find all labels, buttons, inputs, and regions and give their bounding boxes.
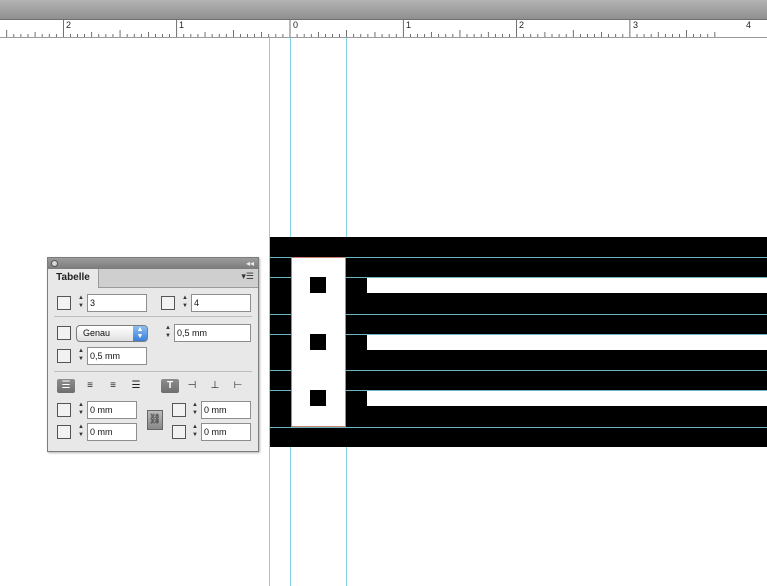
link-insets-button[interactable]: ⛓ [147,410,163,430]
align-center-button[interactable]: ≡ [81,379,99,393]
rotate-90-button[interactable]: ⊣ [183,379,201,393]
inset-left-stepper[interactable]: ▲ ▼ [190,401,200,419]
inset-top-icon [57,403,71,417]
inset-left-icon [172,403,186,417]
inset-top-input[interactable]: 0 mm [87,401,137,419]
inset-left-input[interactable]: 0 mm [201,401,251,419]
ruler-label: 1 [179,20,185,30]
window-top-bar [0,0,767,20]
inset-right-icon [172,425,186,439]
row-height-stepper[interactable]: ▲ ▼ [163,324,173,342]
ruler-label: 2 [519,20,525,30]
inset-right-stepper[interactable]: ▲ ▼ [190,423,200,441]
rows-input[interactable]: 3 [87,294,147,312]
table-row-band [367,391,767,406]
columns-stepper[interactable]: ▲ ▼ [180,294,190,312]
horizontal-ruler[interactable]: 2 1 0 1 2 3 4 [0,20,767,38]
close-icon[interactable] [51,260,58,267]
inset-bottom-input[interactable]: 0 mm [87,423,137,441]
ruler-label: 0 [293,20,299,30]
column-width-stepper[interactable]: ▲ ▼ [76,347,86,365]
align-top-button[interactable]: ☰ [57,379,75,393]
panel-tab-row: Tabelle ▾☰ [48,269,258,288]
align-justify-button[interactable]: ☰ [127,379,145,393]
panel-titlebar[interactable]: ◂◂ [48,258,258,269]
row-guide [270,427,767,428]
text-rotation-button[interactable]: T [161,379,179,393]
table-row-band [367,335,767,350]
cell-content-square [310,277,326,293]
row-height-icon [57,326,71,340]
table-panel[interactable]: ◂◂ Tabelle ▾☰ ▲ ▼ 3 ▲ ▼ 4 Genau ▲ ▼ ▲ ▼ 0,5 … [47,257,259,452]
collapse-icon[interactable]: ◂◂ [246,258,254,269]
inset-top-stepper[interactable]: ▲ ▼ [76,401,86,419]
cell-content-square [310,390,326,406]
inset-bottom-icon [57,425,71,439]
row-height-input[interactable]: 0,5 mm [174,324,251,342]
document-table[interactable] [270,237,767,447]
ruler-label: 4 [746,20,752,30]
columns-input[interactable]: 4 [191,294,251,312]
ruler-label: 1 [406,20,412,30]
cell-content-square [310,334,326,350]
align-bottom-button[interactable]: ≡ [104,379,122,393]
rows-icon [57,296,71,310]
columns-icon [161,296,175,310]
tab-tabelle[interactable]: Tabelle [48,269,99,288]
column-width-icon [57,349,71,363]
table-row-band [367,278,767,293]
inset-bottom-stepper[interactable]: ▲ ▼ [76,423,86,441]
ruler-label: 3 [633,20,639,30]
panel-menu-icon[interactable]: ▾☰ [241,271,254,282]
rows-stepper[interactable]: ▲ ▼ [76,294,86,312]
inset-right-input[interactable]: 0 mm [201,423,251,441]
panel-divider [54,316,252,317]
chevron-updown-icon: ▲ ▼ [133,326,147,341]
row-height-mode-select[interactable]: Genau ▲ ▼ [76,325,148,342]
ruler-ticks [6,20,716,37]
ruler-label: 2 [66,20,72,30]
row-height-mode-value: Genau [83,328,111,338]
panel-divider [54,371,252,372]
rotate-180-button[interactable]: ⊥ [206,379,224,393]
rotate-270-button[interactable]: ⊢ [229,379,247,393]
column-width-input[interactable]: 0,5 mm [87,347,147,365]
